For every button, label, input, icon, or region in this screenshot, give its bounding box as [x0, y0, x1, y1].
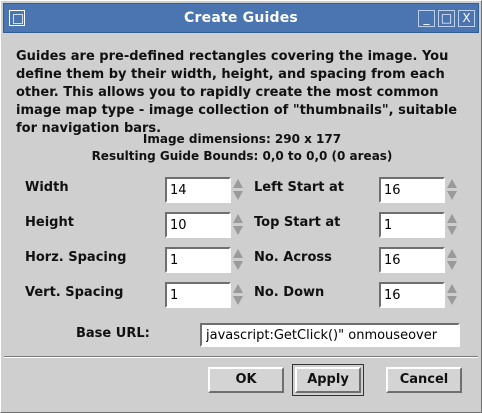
left-start-label: Left Start at [254, 180, 344, 195]
horz-spacing-input[interactable] [165, 247, 231, 273]
button-separator [4, 356, 478, 358]
minimize-button[interactable]: _ [418, 10, 435, 27]
apply-button[interactable]: Apply [295, 367, 361, 393]
height-label: Height [25, 215, 74, 230]
cancel-button[interactable]: Cancel [386, 367, 462, 393]
spin-up-icon[interactable] [233, 179, 243, 188]
vert-spacing-spin-arrows[interactable] [232, 282, 244, 308]
height-spin-arrows[interactable] [232, 212, 244, 238]
create-guides-dialog: Create Guides _ □ X Guides are pre-defin… [0, 0, 482, 413]
spin-down-icon[interactable] [233, 261, 243, 270]
spin-down-icon[interactable] [233, 226, 243, 235]
spin-up-icon[interactable] [447, 249, 457, 258]
spin-down-icon[interactable] [447, 226, 457, 235]
left-start-spin-arrows[interactable] [446, 177, 458, 203]
width-input[interactable] [165, 177, 231, 203]
dialog-content: Guides are pre-defined rectangles coveri… [1, 35, 481, 412]
base-url-input[interactable] [200, 323, 460, 347]
base-url-label: Base URL: [76, 326, 150, 341]
spin-up-icon[interactable] [447, 214, 457, 223]
no-across-input[interactable] [379, 247, 445, 273]
spin-down-icon[interactable] [447, 191, 457, 200]
maximize-button[interactable]: □ [438, 10, 455, 27]
width-label: Width [25, 180, 69, 195]
spin-up-icon[interactable] [447, 179, 457, 188]
top-start-label: Top Start at [254, 215, 341, 230]
no-down-input[interactable] [379, 282, 445, 308]
window-title: Create Guides [184, 10, 298, 26]
vert-spacing-input[interactable] [165, 282, 231, 308]
height-input[interactable] [165, 212, 231, 238]
no-down-spin-arrows[interactable] [446, 282, 458, 308]
left-start-input[interactable] [379, 177, 445, 203]
spin-up-icon[interactable] [233, 214, 243, 223]
title-bar[interactable]: Create Guides _ □ X [3, 3, 479, 33]
top-start-input[interactable] [379, 212, 445, 238]
top-start-spin-arrows[interactable] [446, 212, 458, 238]
horz-spacing-spin-arrows[interactable] [232, 247, 244, 273]
spin-up-icon[interactable] [233, 249, 243, 258]
no-across-label: No. Across [254, 250, 332, 265]
spin-up-icon[interactable] [447, 284, 457, 293]
horz-spacing-label: Horz. Spacing [25, 250, 127, 265]
width-spin-arrows[interactable] [232, 177, 244, 203]
spin-down-icon[interactable] [447, 261, 457, 270]
spin-up-icon[interactable] [233, 284, 243, 293]
spin-down-icon[interactable] [447, 296, 457, 305]
vert-spacing-label: Vert. Spacing [25, 285, 124, 300]
description-text: Guides are pre-defined rectangles coveri… [16, 49, 458, 136]
close-button[interactable]: X [458, 10, 475, 27]
spin-down-icon[interactable] [233, 191, 243, 200]
ok-button[interactable]: OK [208, 367, 284, 393]
spin-down-icon[interactable] [233, 296, 243, 305]
guide-bounds-text: Resulting Guide Bounds: 0,0 to 0,0 (0 ar… [91, 149, 393, 163]
no-across-spin-arrows[interactable] [446, 247, 458, 273]
image-dimensions-text: Image dimensions: 290 x 177 [142, 132, 342, 146]
no-down-label: No. Down [254, 285, 325, 300]
